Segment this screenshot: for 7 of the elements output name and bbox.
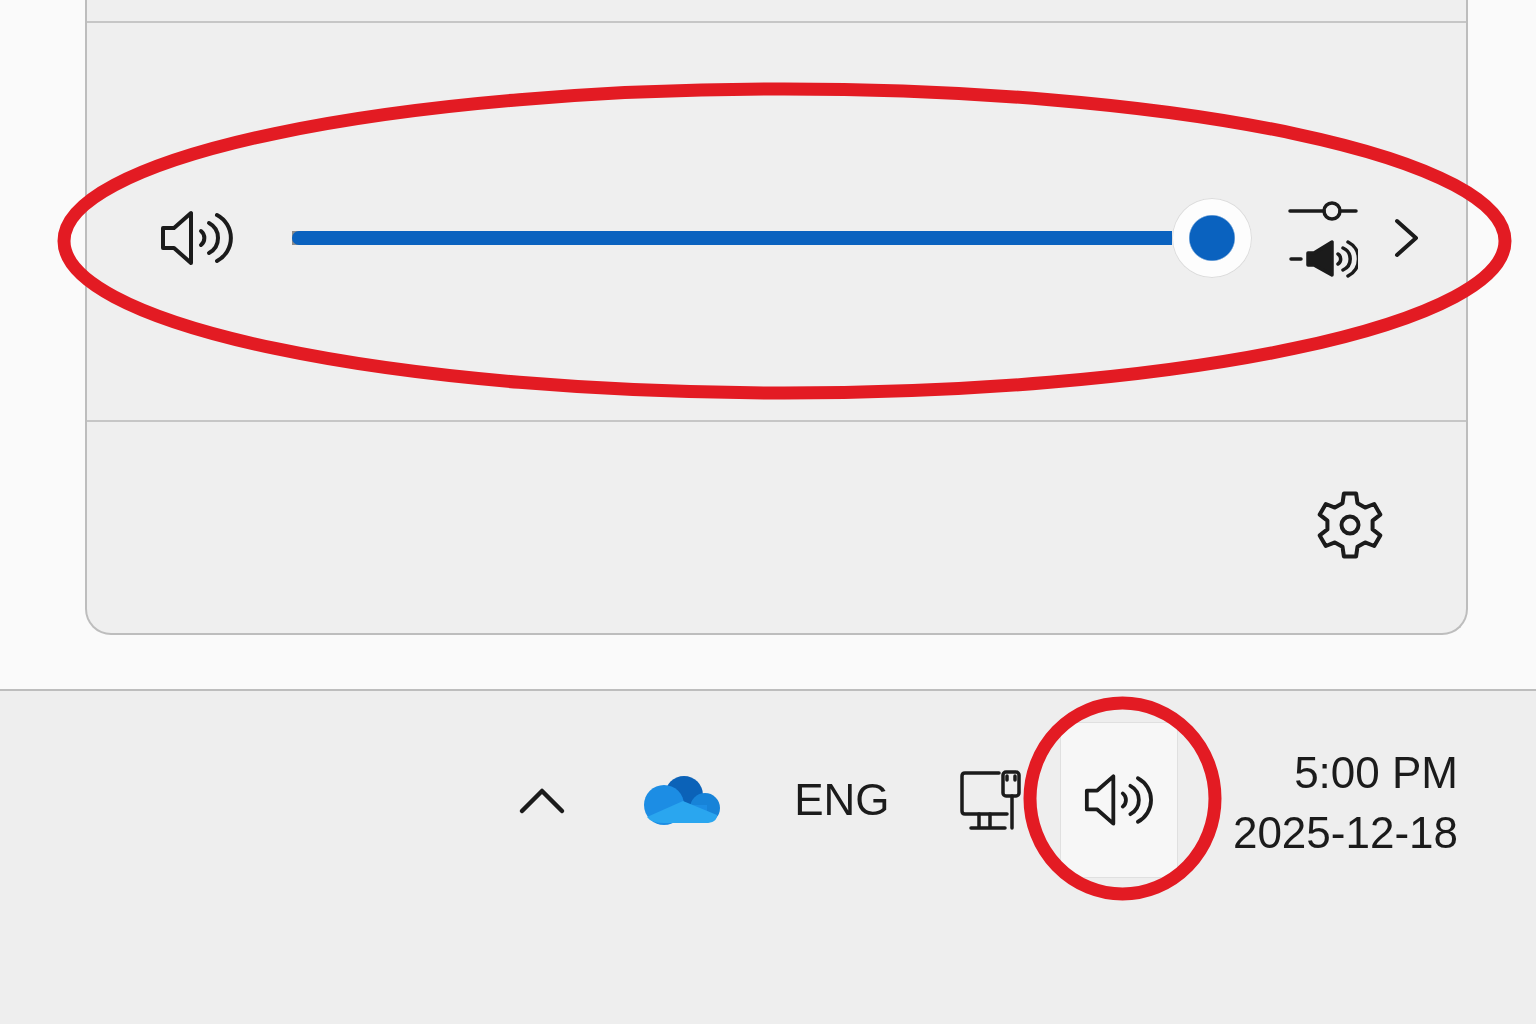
- speaker-icon: [1083, 772, 1154, 828]
- language-indicator[interactable]: ENG: [794, 774, 890, 826]
- date-time-button[interactable]: 5:00 PM 2025-12-18: [1232, 737, 1458, 863]
- monitor-icon[interactable]: [958, 770, 1021, 830]
- chevron-right-icon[interactable]: [1392, 216, 1420, 259]
- speaker-icon[interactable]: [160, 208, 234, 267]
- settings-icon[interactable]: [1315, 489, 1385, 560]
